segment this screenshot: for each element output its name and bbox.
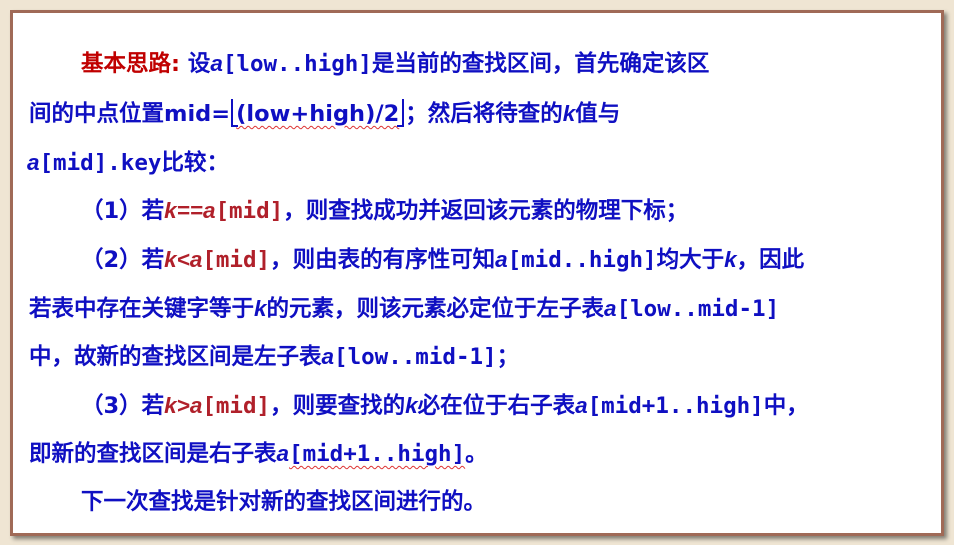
- text: 间的中点位置mid=: [29, 101, 231, 127]
- floor-bracket: (low+high)/2: [231, 99, 405, 129]
- range-low-mid-1: [low..mid-1]: [616, 296, 780, 322]
- text: ，则要查找的: [270, 393, 406, 419]
- range-mid-high: [mid..high]: [507, 247, 657, 273]
- mid-key: [mid].key: [39, 150, 162, 176]
- var-a: a: [604, 296, 617, 321]
- var-k: k: [254, 296, 267, 321]
- cond-a: a: [202, 198, 216, 223]
- line-4: （1）若k==a[mid]，则查找成功并返回该元素的物理下标；: [81, 196, 688, 226]
- line-9: 即新的查找区间是右子表a[mid+1..high]。: [29, 439, 488, 469]
- text: 比较：: [161, 150, 229, 176]
- var-a: a: [495, 247, 508, 272]
- cond-mid: [mid]: [202, 247, 271, 273]
- slide: 基本思路: 设a[low..high]是当前的查找区间，首先确定该区 间的中点位…: [10, 10, 944, 536]
- text: ，则由表的有序性可知: [270, 247, 496, 273]
- text: 值与: [575, 101, 621, 127]
- text: ；然后将待查的: [405, 101, 563, 127]
- text: 即新的查找区间是右子表: [29, 441, 277, 467]
- cond-mid: [mid]: [202, 393, 271, 419]
- var-k: k: [562, 101, 576, 126]
- case-number: （1）若: [81, 198, 165, 224]
- var-a: a: [276, 441, 290, 466]
- floor-expression: (low+high)/2: [236, 101, 400, 127]
- cond-mid: [mid]: [215, 198, 284, 224]
- var-a: a: [321, 344, 335, 369]
- line-10: 下一次查找是针对新的查找区间进行的。: [81, 487, 486, 517]
- text: 是当前的查找区间，首先确定该区: [371, 51, 710, 77]
- text: ，因此: [736, 247, 805, 273]
- cond-k: k<: [164, 247, 190, 272]
- range-low-mid-1: [low..mid-1]: [334, 344, 497, 370]
- text: 。: [465, 441, 488, 467]
- text: 中，故新的查找区间是左子表: [29, 344, 322, 370]
- text: 的元素，则该元素必定位于左子表: [266, 296, 605, 322]
- text: 下一次查找是针对新的查找区间进行的。: [81, 489, 487, 515]
- text: 设: [187, 51, 211, 77]
- cond-k: k>: [164, 393, 190, 418]
- line-2: 间的中点位置mid= (low+high)/2 ；然后将待查的k值与: [29, 99, 620, 129]
- var-a: a: [27, 150, 40, 175]
- range-mid1-high: [mid+1..high]: [587, 393, 764, 419]
- range-low-high: [low..high]: [222, 51, 372, 77]
- text: 均大于: [656, 247, 725, 273]
- heading-basic-idea: 基本思路:: [81, 51, 180, 77]
- var-k: k: [405, 393, 418, 418]
- var-k: k: [724, 247, 737, 272]
- text: ；: [496, 344, 520, 370]
- text: ，则查找成功并返回该元素的物理下标；: [283, 198, 689, 224]
- line-3: a[mid].key比较：: [27, 148, 229, 178]
- text: 中，: [763, 393, 809, 419]
- text: 必在位于右子表: [417, 393, 576, 419]
- case-number: （3）若: [81, 393, 165, 419]
- cond-k: k==: [164, 198, 203, 223]
- line-1: 基本思路: 设a[low..high]是当前的查找区间，首先确定该区: [81, 49, 709, 79]
- case-number: （2）若: [81, 247, 165, 273]
- var-a: a: [210, 51, 223, 76]
- cond-a: a: [189, 247, 203, 272]
- line-7: 中，故新的查找区间是左子表a[low..mid-1]；: [29, 342, 519, 372]
- line-6: 若表中存在关键字等于k的元素，则该元素必定位于左子表a[low..mid-1]: [29, 294, 779, 324]
- text: 若表中存在关键字等于: [29, 296, 255, 322]
- line-8: （3）若k>a[mid]，则要查找的k必在位于右子表a[mid+1..high]…: [81, 391, 809, 421]
- range-mid1-high: [mid+1..high]: [289, 441, 466, 467]
- line-5: （2）若k<a[mid]，则由表的有序性可知a[mid..high]均大于k，因…: [81, 245, 804, 275]
- var-a: a: [575, 393, 588, 418]
- cond-a: a: [189, 393, 203, 418]
